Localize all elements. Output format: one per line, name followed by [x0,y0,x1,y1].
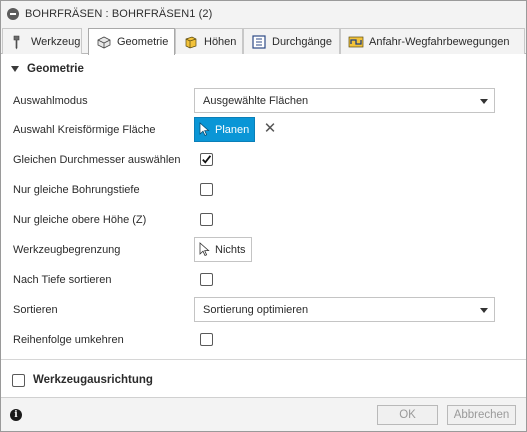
tab-anfahr-wegfahrbewegungen[interactable]: Anfahr-Wegfahrbewegungen [340,28,525,54]
passes-icon [251,34,267,50]
sortieren-value: Sortierung optimieren [203,303,309,316]
werkzeugausrichtung-checkbox[interactable] [12,373,25,387]
tab-geometrie[interactable]: Geometrie [88,28,175,55]
window-title: BOHRFRÄSEN : BOHRFRÄSEN1 (2) [25,8,213,20]
tab-werkzeug[interactable]: Werkzeug [2,28,82,54]
gleiche-obere-hoehe-label: Nur gleiche obere Höhe (Z) [13,214,147,226]
clear-selection-icon[interactable]: ✕ [263,121,277,136]
nach-tiefe-checkbox[interactable] [200,273,213,286]
kreisflaeche-button-label: Planen [215,123,250,136]
tab-label: Anfahr-Wegfahrbewegungen [369,35,510,48]
section-title: Werkzeugausrichtung [33,374,153,386]
tab-bar: Werkzeug Geometrie Höhen Durchgänge Anfa… [1,27,526,55]
title-bar[interactable]: BOHRFRÄSEN : BOHRFRÄSEN1 (2) [1,1,526,27]
dialog-footer: i OK Abbrechen [1,397,526,431]
section-werkzeugausrichtung-header[interactable]: Werkzeugausrichtung [1,367,526,393]
auswahlmodus-label: Auswahlmodus [13,95,88,107]
tab-label: Höhen [204,35,237,48]
reihenfolge-label: Reihenfolge umkehren [13,334,124,346]
tool-icon [10,34,26,50]
auswahlmodus-select[interactable]: Ausgewählte Flächen [194,88,495,113]
geometry-icon [96,34,112,50]
tab-label: Geometrie [117,36,169,48]
heights-icon [183,34,199,50]
sortieren-label: Sortieren [13,304,58,316]
linking-icon [348,34,364,50]
ok-button[interactable]: OK [377,405,438,425]
collapse-dialog-icon[interactable] [7,8,19,20]
werkzeugbegrenzung-select-button[interactable]: Nichts [194,237,252,262]
checkmark-icon [202,155,212,164]
caret-down-icon [11,66,19,72]
gleiche-bohrungstiefe-label: Nur gleiche Bohrungstiefe [13,184,140,196]
tab-label: Werkzeug [31,35,81,48]
kreisflaeche-select-button[interactable]: Planen [194,117,255,142]
tab-hoehen[interactable]: Höhen [175,28,243,54]
nach-tiefe-label: Nach Tiefe sortieren [13,274,112,286]
tab-label: Durchgänge [272,35,332,48]
werkzeugbegrenzung-label: Werkzeugbegrenzung [13,244,121,256]
gleicher-durchmesser-checkbox[interactable] [200,153,213,166]
section-title: Geometrie [27,63,84,75]
auswahlmodus-value: Ausgewählte Flächen [203,94,309,107]
sortieren-select[interactable]: Sortierung optimieren [194,297,495,322]
werkzeugbegrenzung-button-label: Nichts [215,243,246,256]
divider [1,359,526,360]
kreisflaeche-label: Auswahl Kreisförmige Fläche [13,124,156,136]
tab-durchgaenge[interactable]: Durchgänge [243,28,340,54]
cursor-icon [199,122,211,137]
reihenfolge-checkbox[interactable] [200,333,213,346]
gleicher-durchmesser-label: Gleichen Durchmesser auswählen [13,154,181,166]
chevron-down-icon [480,99,488,104]
cancel-button[interactable]: Abbrechen [447,405,516,425]
gleiche-bohrungstiefe-checkbox[interactable] [200,183,213,196]
geometry-panel: Geometrie Auswahlmodus Ausgewählte Fläch… [1,54,526,397]
section-geometrie-header[interactable]: Geometrie [1,54,526,84]
chevron-down-icon [480,308,488,313]
info-icon[interactable]: i [10,409,22,421]
cursor-icon [199,242,211,257]
gleiche-obere-hoehe-checkbox[interactable] [200,213,213,226]
dialog: BOHRFRÄSEN : BOHRFRÄSEN1 (2) Werkzeug Ge… [0,0,527,432]
